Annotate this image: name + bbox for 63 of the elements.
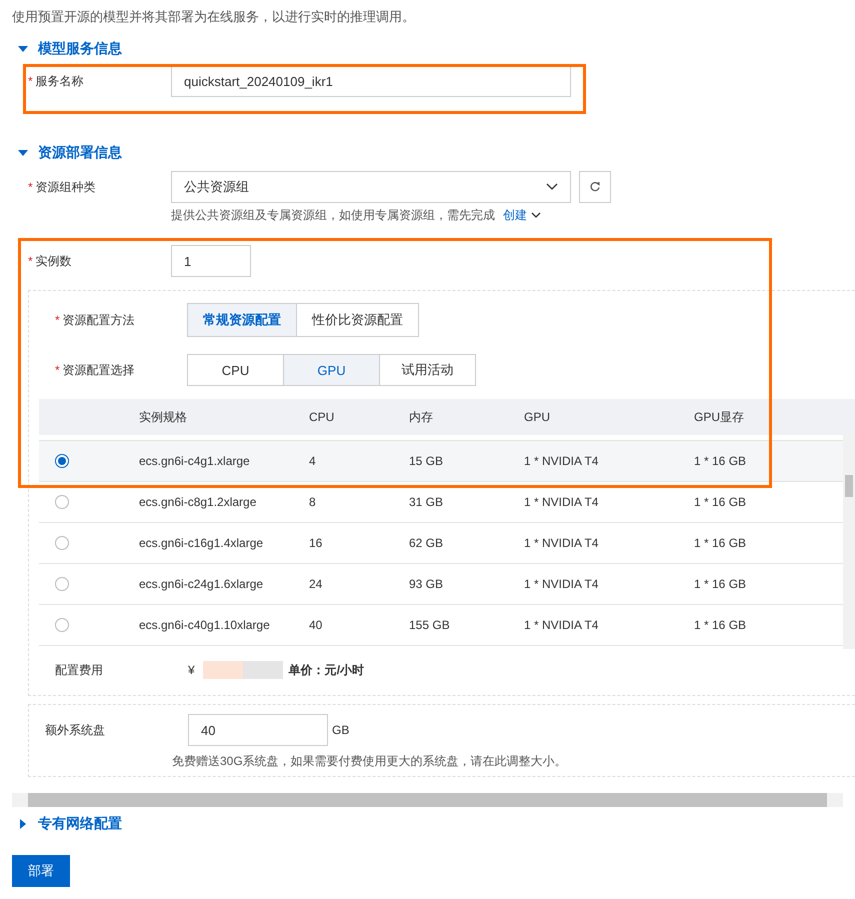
create-link[interactable]: 创建	[503, 206, 541, 224]
field-label: * 资源组种类	[28, 178, 97, 196]
column-header: 实例规格	[139, 408, 188, 426]
column-header: 内存	[409, 408, 434, 426]
table-cell-text: ecs.gn6i-c40g1.10xlarge	[139, 618, 271, 632]
table-cell-text: 1 * NVIDIA T4	[524, 618, 600, 632]
table-cell-text: 31 GB	[409, 495, 444, 509]
resource-group-select[interactable]: 公共资源组	[171, 171, 571, 203]
table-cell-text: 1 * 16 GB	[694, 577, 748, 591]
table-cell-text: 8	[309, 495, 317, 509]
table-cell-text: ecs.gn6i-c4g1.xlarge	[139, 454, 251, 468]
table-cell-text: 1 * 16 GB	[694, 454, 748, 468]
page-description: 使用预置开源的模型并将其部署为在线服务，以进行实时的推理调用。	[12, 8, 416, 26]
table-cell-text: 24	[309, 577, 324, 591]
unit-label: GB	[332, 723, 350, 737]
required-asterisk: *	[28, 254, 33, 268]
field-label: * 资源配置方法	[55, 312, 136, 328]
service-name-input[interactable]: quickstart_20240109_ikr1	[171, 65, 571, 97]
table-cell-text: 16	[309, 536, 324, 550]
table-cell-text: 1 * NVIDIA T4	[524, 454, 600, 468]
section-header[interactable]: 模型服务信息	[18, 38, 855, 60]
table-cell-text: ecs.gn6i-c16g1.4xlarge	[139, 536, 264, 550]
config-method-tab[interactable]: 性价比资源配置	[296, 303, 419, 337]
table-cell-text: 1 * 16 GB	[694, 536, 748, 550]
table-cell-text: 93 GB	[409, 577, 444, 591]
unit-price-label: 单价：元/小时	[288, 662, 364, 678]
instance-count-input[interactable]: 1	[171, 245, 251, 277]
table-cell-text: ecs.gn6i-c24g1.6xlarge	[139, 577, 264, 591]
extra-disk-input[interactable]: 40	[188, 714, 328, 746]
table-cell-text: 155 GB	[409, 618, 451, 632]
hint-text: 提供公共资源组及专属资源组，如使用专属资源组，需先完成	[171, 206, 495, 224]
table-cell-text: 15 GB	[409, 454, 444, 468]
table-cell-text: 40	[309, 618, 324, 632]
column-header: CPU	[309, 410, 336, 424]
table-cell-text: 4	[309, 454, 317, 468]
field-label: 配置费用	[55, 662, 104, 678]
hint-text: 免费赠送30G系统盘，如果需要付费使用更大的系统盘，请在此调整大小。	[172, 753, 568, 770]
table-row[interactable]: ecs.gn6i-c4g1.xlarge 4 15 GB 1 * NVIDIA T4 1 * 16 GB	[39, 441, 843, 482]
required-asterisk: *	[55, 312, 60, 326]
config-choice-tab[interactable]: 试用活动	[379, 354, 476, 386]
table-cell-text: ecs.gn6i-c8g1.2xlarge	[139, 495, 258, 509]
currency-symbol: ¥	[188, 663, 195, 677]
config-choice-tab[interactable]: CPU	[187, 354, 284, 386]
field-label: 额外系统盘	[45, 722, 106, 738]
table-cell-text: 1 * NVIDIA T4	[524, 577, 600, 591]
table-cell-text: 1 * 16 GB	[694, 618, 748, 632]
section-header[interactable]: 专有网络配置	[18, 813, 855, 835]
field-label: * 实例数	[28, 252, 73, 270]
table-cell-text: 1 * 16 GB	[694, 495, 748, 509]
required-asterisk: *	[28, 180, 33, 194]
config-choice-tab[interactable]: GPU	[283, 354, 380, 386]
field-label: * 服务名称	[28, 72, 85, 90]
table-cell-text: 1 * NVIDIA T4	[524, 536, 600, 550]
required-asterisk: *	[55, 362, 60, 376]
required-asterisk: *	[28, 74, 33, 88]
column-header: GPU	[524, 410, 552, 424]
deploy-button[interactable]: 部署	[12, 855, 70, 887]
column-header: GPU显存	[694, 408, 746, 426]
section-header[interactable]: 资源部署信息	[18, 142, 855, 164]
table-cell-text: 62 GB	[409, 536, 444, 550]
table-cell-text: 1 * NVIDIA T4	[524, 495, 600, 509]
field-label: * 资源配置选择	[55, 362, 136, 378]
config-method-tab[interactable]: 常规资源配置	[187, 303, 297, 337]
